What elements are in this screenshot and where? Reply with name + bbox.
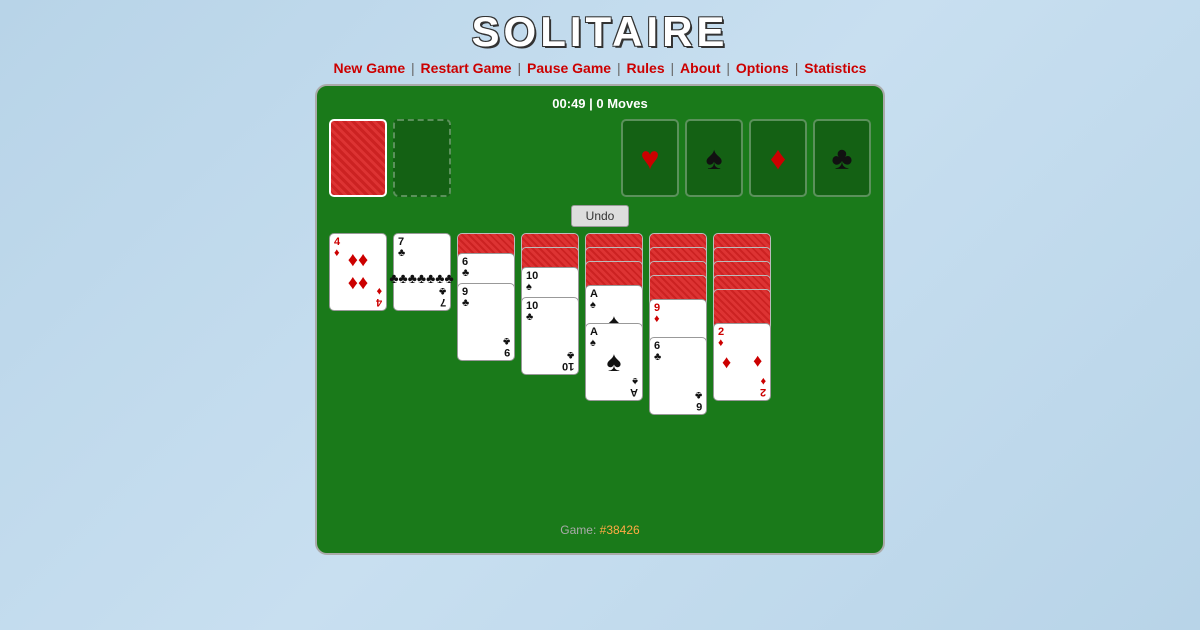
nav-pause-game[interactable]: Pause Game (527, 60, 611, 76)
stock-pile[interactable] (329, 119, 387, 197)
undo-button[interactable]: Undo (571, 205, 630, 227)
card-2d[interactable]: 2♦ ♦ ♦ 2♦ (713, 323, 771, 401)
foundation-hearts[interactable]: ♥ (621, 119, 679, 197)
card-7c[interactable]: 7♣ ♣♣♣♣♣♣♣ 7♣ (393, 233, 451, 311)
foundation-spades[interactable]: ♠ (685, 119, 743, 197)
tableau: 4♦ ♦♦♦♦ 4♦ 7♣ ♣♣♣♣♣♣♣ 7♣ 6♣ 6♣ 9♣ (329, 233, 871, 513)
stock-area (329, 119, 451, 197)
foundation-area: ♥ ♠ ♦ ♣ (621, 119, 871, 197)
top-area: ♥ ♠ ♦ ♣ (329, 119, 871, 197)
tableau-col-4: 10♠ 10♠ 10♣ 10♣ (521, 233, 579, 433)
card-as-2[interactable]: A♠ ♠ A♠ (585, 323, 643, 401)
navigation: New Game | Restart Game | Pause Game | R… (334, 60, 867, 76)
nav-rules[interactable]: Rules (627, 60, 665, 76)
card-9c[interactable]: 9♣ 9♣ (457, 283, 515, 361)
tableau-col-1: 4♦ ♦♦♦♦ 4♦ (329, 233, 387, 433)
nav-options[interactable]: Options (736, 60, 789, 76)
tableau-col-6: 9♦ 9♦ 6♣ 6♣ (649, 233, 707, 473)
tableau-col-3: 6♣ 6♣ 9♣ 9♣ (457, 233, 515, 433)
card-10c[interactable]: 10♣ 10♣ (521, 297, 579, 375)
foundation-clubs[interactable]: ♣ (813, 119, 871, 197)
foundation-diamonds[interactable]: ♦ (749, 119, 807, 197)
game-number: #38426 (600, 523, 640, 537)
tableau-col-2: 7♣ ♣♣♣♣♣♣♣ 7♣ (393, 233, 451, 433)
status-bar: 00:49 | 0 Moves (329, 96, 871, 111)
nav-statistics[interactable]: Statistics (804, 60, 866, 76)
card-6c-2[interactable]: 6♣ 6♣ (649, 337, 707, 415)
tableau-col-5: A♠ ♠ A♠ A♠ ♠ A♠ (585, 233, 643, 453)
game-area: 00:49 | 0 Moves ♥ ♠ ♦ ♣ Undo 4♦ ♦♦♦♦ 4♦ (315, 84, 885, 555)
nav-restart-game[interactable]: Restart Game (421, 60, 512, 76)
game-footer: Game: #38426 (329, 523, 871, 537)
nav-new-game[interactable]: New Game (334, 60, 406, 76)
nav-about[interactable]: About (680, 60, 720, 76)
card-4d[interactable]: 4♦ ♦♦♦♦ 4♦ (329, 233, 387, 311)
game-title: SOLITAIRE (472, 8, 729, 56)
tableau-col-7: 2♦ ♦ ♦ 2♦ (713, 233, 771, 513)
waste-pile[interactable] (393, 119, 451, 197)
